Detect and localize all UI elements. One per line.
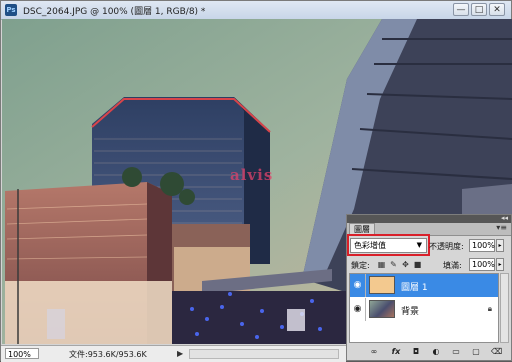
layer-style-fx-icon[interactable]: fx (391, 347, 401, 357)
status-menu-arrow-icon[interactable]: ▶ (177, 349, 183, 358)
zoom-field[interactable]: 100% (5, 348, 39, 359)
fill-label: 填滿: (443, 261, 462, 270)
blend-mode-value: 色彩增值 (354, 241, 386, 250)
panel-header-strip[interactable]: ◂◂ (347, 214, 511, 223)
lock-transparency-icon[interactable]: ▦ (377, 260, 386, 269)
watermark-text: alvis (230, 166, 274, 184)
blend-mode-select[interactable]: 色彩增值 ▼ (350, 238, 427, 253)
opacity-input[interactable]: 100% (469, 239, 495, 252)
collapse-icon[interactable]: ◂◂ (501, 214, 508, 222)
maximize-button[interactable]: □ (471, 3, 487, 16)
layers-scrollbar[interactable] (500, 273, 509, 343)
layer-row-layer1[interactable]: ◉ 圖層 1 (350, 274, 498, 297)
photoshop-window: Ps DSC_2064.JPG @ 100% (圖層 1, RGB/8) * —… (0, 0, 512, 362)
minimize-button[interactable]: — (453, 3, 469, 16)
lock-label: 鎖定: (351, 261, 370, 270)
chevron-down-icon: ▼ (416, 241, 422, 249)
trash-icon[interactable]: ⌫ (491, 347, 502, 357)
lock-pixels-brush-icon[interactable]: ✎ (389, 260, 398, 269)
fill-input[interactable]: 100% (469, 258, 495, 271)
horizontal-scrollbar[interactable] (189, 349, 339, 359)
layer-lock-icon: 🔒︎ (487, 304, 492, 313)
document-title: DSC_2064.JPG @ 100% (圖層 1, RGB/8) * (23, 7, 206, 17)
title-bar: Ps DSC_2064.JPG @ 100% (圖層 1, RGB/8) * —… (1, 1, 511, 20)
document-size-info: 文件:953.6K/953.6K (69, 350, 147, 359)
link-layers-icon[interactable]: ∞ (369, 347, 379, 357)
layer-thumbnail (369, 300, 395, 318)
opacity-slider-button[interactable]: ▸ (496, 239, 504, 252)
divider (365, 274, 366, 297)
panel-footer: ∞ fx ◘ ◐ ▭ ▢ ⌫ (347, 344, 511, 360)
fill-slider-button[interactable]: ▸ (496, 258, 504, 271)
opacity-label: 不透明度: (429, 242, 464, 251)
lock-position-move-icon[interactable]: ✥ (401, 260, 410, 269)
close-button[interactable]: ✕ (489, 3, 505, 16)
adjustment-layer-icon[interactable]: ◐ (431, 347, 441, 357)
photoshop-logo-icon: Ps (5, 4, 17, 16)
new-group-folder-icon[interactable]: ▭ (451, 347, 461, 357)
add-mask-icon[interactable]: ◘ (411, 347, 421, 357)
layers-list: ◉ 圖層 1 ◉ 背景 🔒︎ (349, 273, 499, 343)
layer-name: 圖層 1 (401, 283, 428, 293)
layer-thumbnail (369, 276, 395, 294)
layers-panel: ◂◂ 圖層 ▾≡ 色彩增值 ▼ 不透明度: 100% ▸ 鎖定: ▦ ✎ ✥ ■… (346, 214, 512, 361)
visibility-eye-icon[interactable]: ◉ (352, 304, 363, 314)
layer-name: 背景 (401, 307, 420, 317)
lock-all-icon[interactable]: ■ (413, 260, 422, 269)
divider (365, 298, 366, 321)
layer-row-background[interactable]: ◉ 背景 🔒︎ (350, 298, 498, 321)
lock-row: 鎖定: ▦ ✎ ✥ ■ 填滿: 100% ▸ (347, 258, 511, 272)
new-layer-icon[interactable]: ▢ (471, 347, 481, 357)
status-bar: 100% 文件:953.6K/953.6K ▶ (1, 345, 346, 362)
panel-menu-icon[interactable]: ▾≡ (496, 223, 507, 232)
visibility-eye-icon[interactable]: ◉ (352, 280, 363, 290)
